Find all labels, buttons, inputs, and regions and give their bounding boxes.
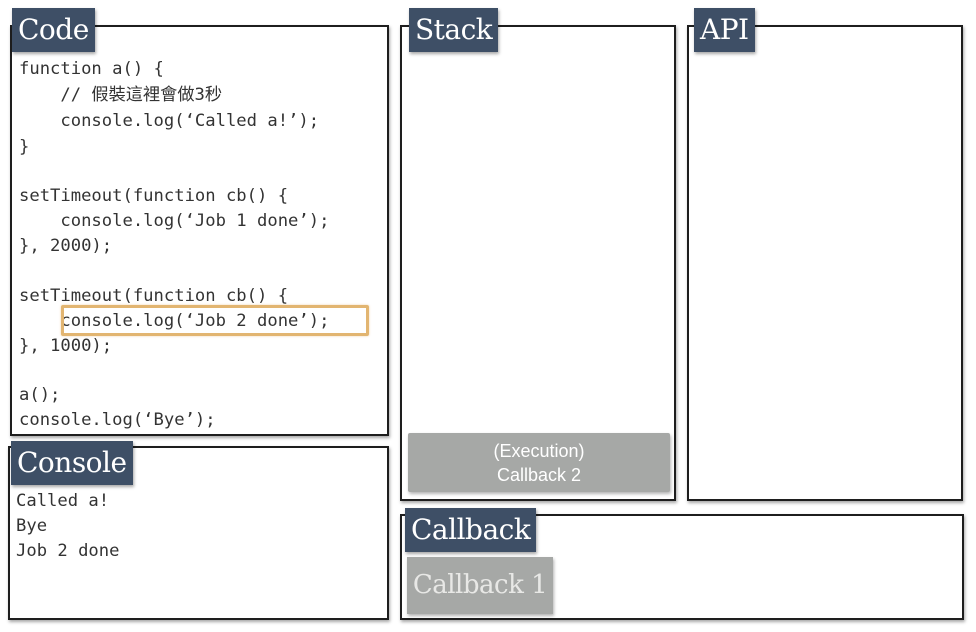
code-line: setTimeout(function cb() { bbox=[19, 186, 289, 206]
code-line: // 假裝這裡會做3秒 bbox=[19, 85, 223, 105]
stack-frame-label: (Execution) bbox=[493, 440, 585, 461]
code-line: } bbox=[19, 137, 30, 157]
code-line: console.log(‘Bye’); bbox=[19, 410, 216, 430]
api-panel bbox=[687, 25, 963, 501]
console-panel-title: Console bbox=[11, 441, 133, 485]
console-output-line: Bye bbox=[16, 516, 48, 536]
current-line-highlight bbox=[61, 305, 369, 336]
stack-panel-title: Stack bbox=[409, 8, 499, 52]
code-line: setTimeout(function cb() { bbox=[19, 286, 289, 306]
stack-frame-callback-2: (Execution) Callback 2 bbox=[408, 433, 670, 492]
code-line: }, 2000); bbox=[19, 236, 113, 256]
console-output-line: Called a! bbox=[16, 491, 110, 511]
code-line: }, 1000); bbox=[19, 336, 113, 356]
api-panel-title: API bbox=[694, 8, 755, 52]
code-line: function a() { bbox=[19, 59, 164, 79]
callback-queue-title: Callback bbox=[405, 508, 537, 552]
console-output-line: Job 2 done bbox=[16, 541, 120, 561]
callback-queue-item: Callback 1 bbox=[407, 557, 553, 614]
code-line: console.log(‘Called a!’); bbox=[19, 111, 320, 131]
code-panel-title: Code bbox=[12, 8, 95, 52]
stack-frame-name: Callback 2 bbox=[496, 464, 582, 485]
code-line: console.log(‘Job 1 done’); bbox=[19, 211, 330, 231]
code-line: a(); bbox=[19, 385, 61, 405]
stack-panel bbox=[400, 25, 676, 501]
